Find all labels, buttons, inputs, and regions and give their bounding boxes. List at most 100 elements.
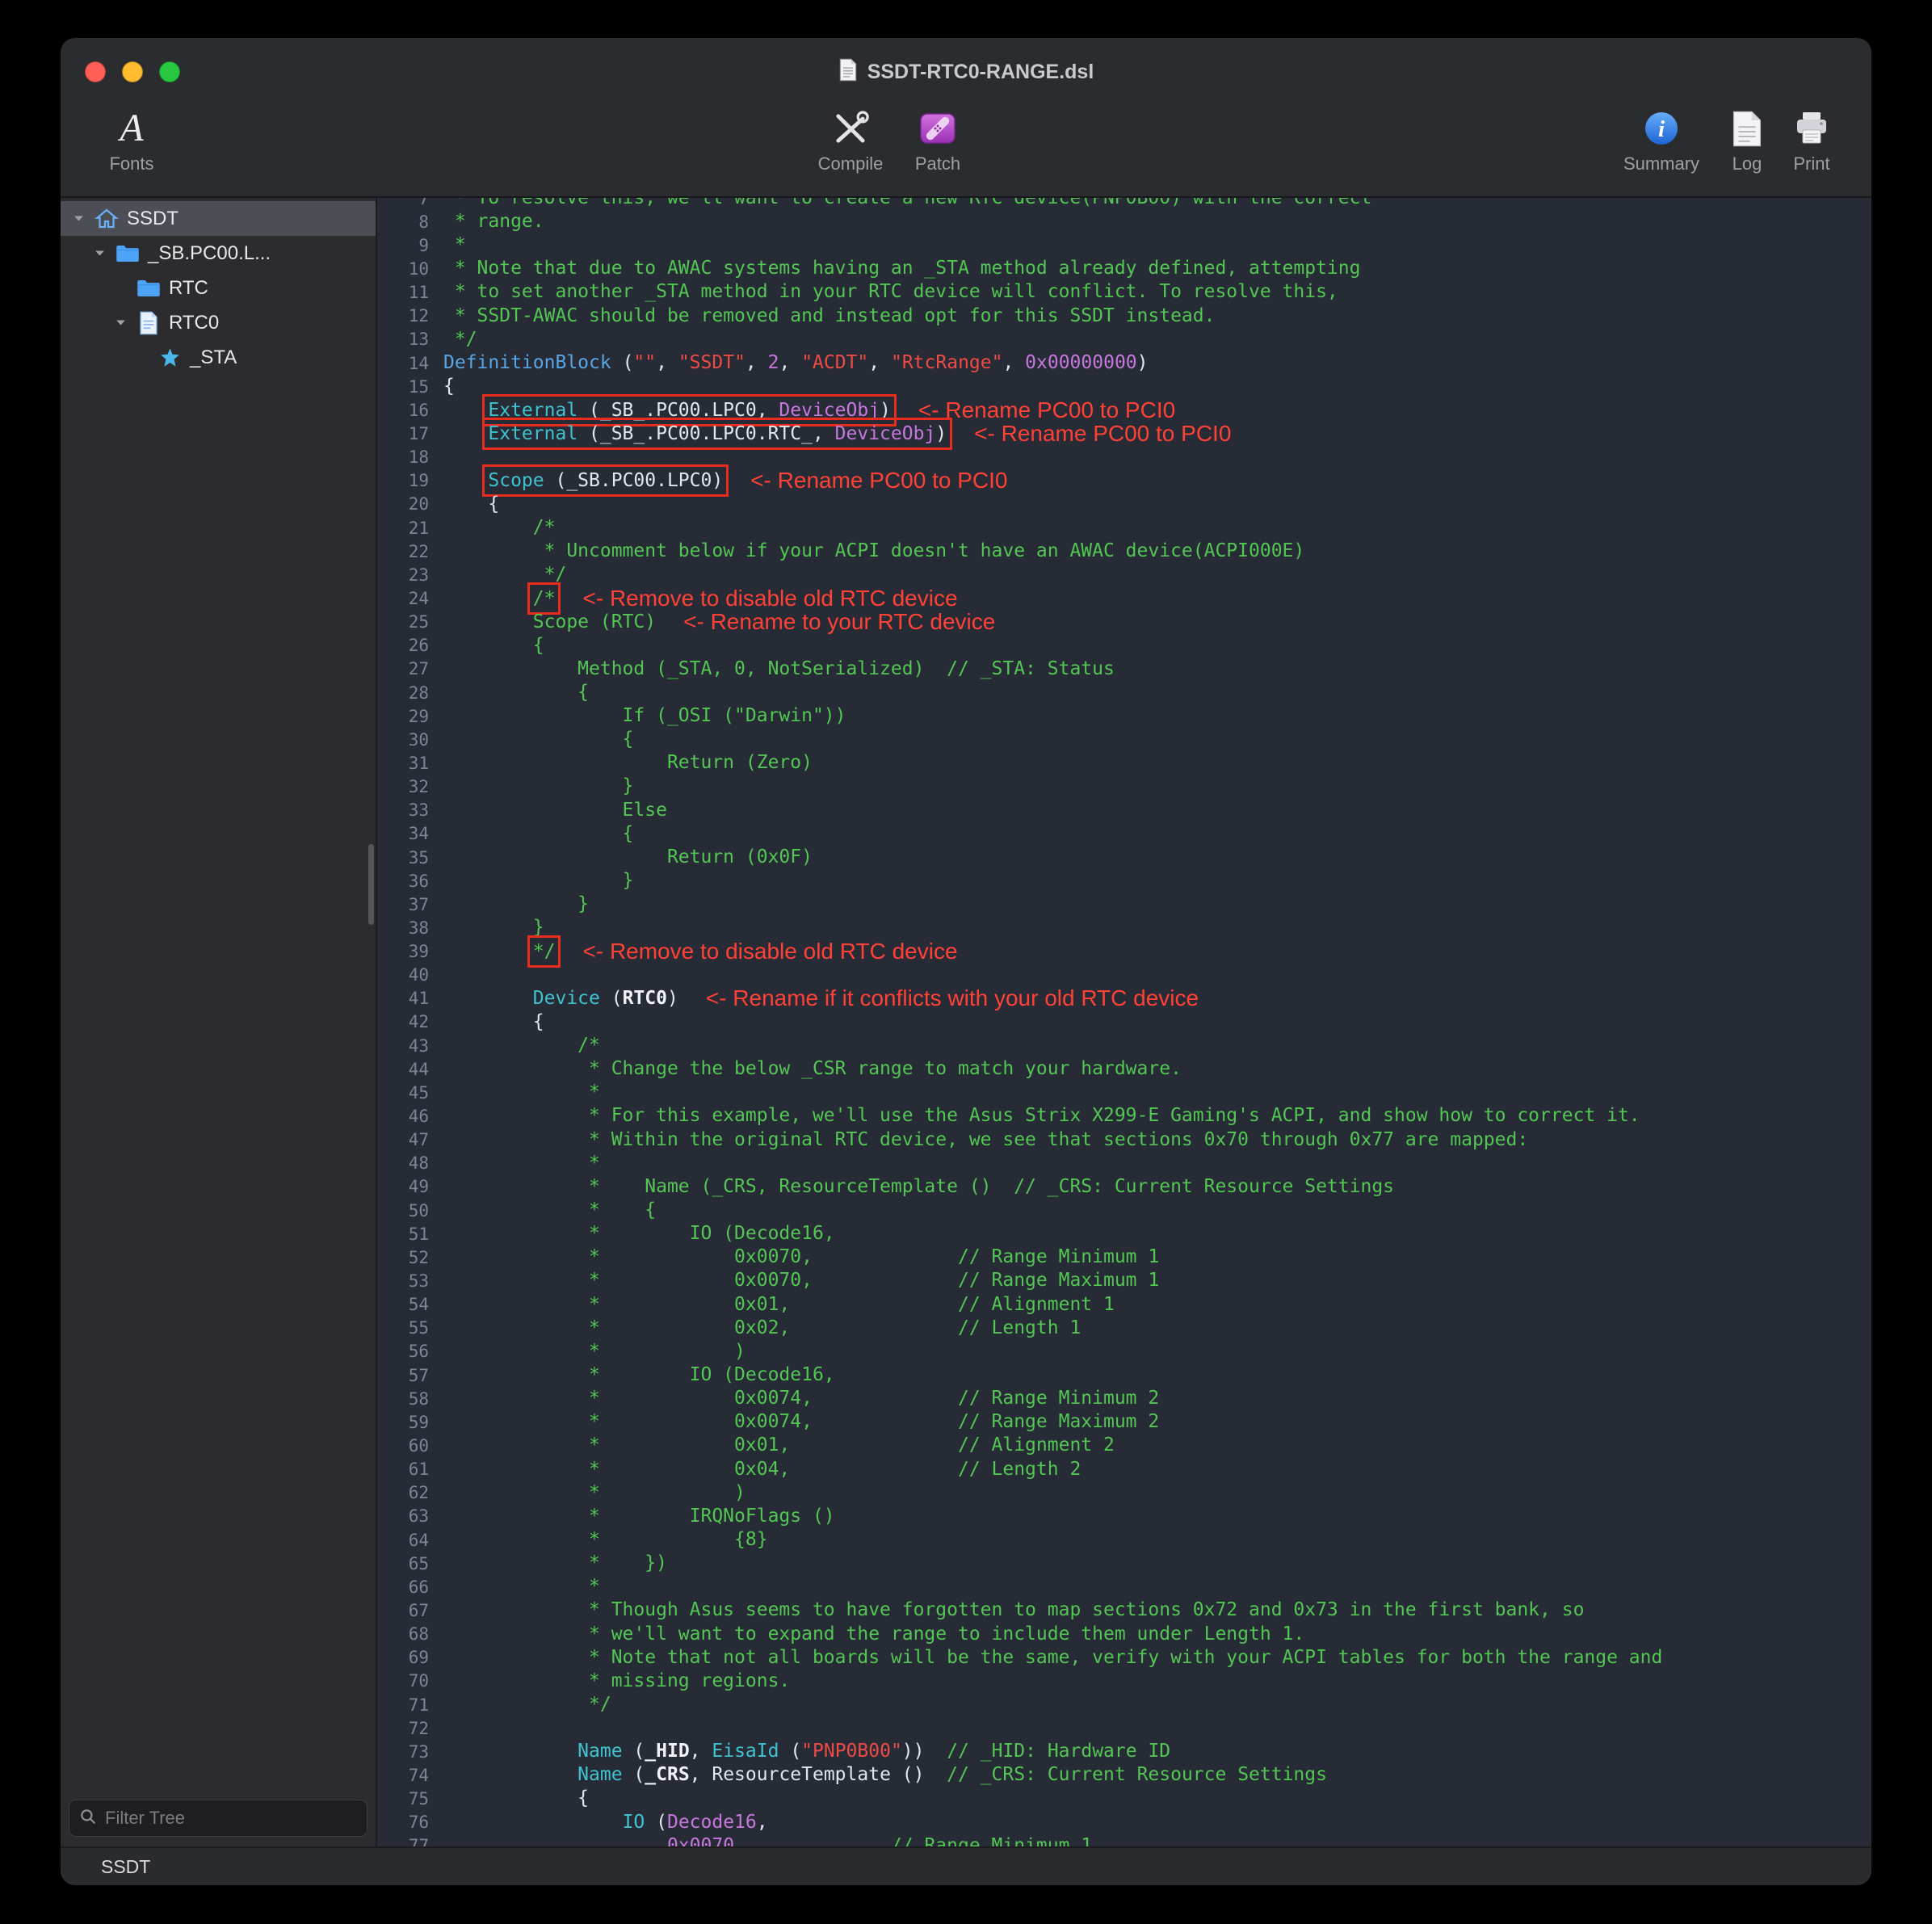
code-line-71[interactable]: 71 */ <box>377 1693 1871 1716</box>
code-line-48[interactable]: 48 * <box>377 1152 1871 1175</box>
code-line-36[interactable]: 36 } <box>377 869 1871 893</box>
code-line-42[interactable]: 42 { <box>377 1010 1871 1034</box>
code-line-11[interactable]: 11 * to set another _STA method in your … <box>377 281 1871 305</box>
code-line-39[interactable]: 39 */<- Remove to disable old RTC device <box>377 940 1871 964</box>
code-line-63[interactable]: 63 * IRQNoFlags () <box>377 1505 1871 1528</box>
code-line-38[interactable]: 38 } <box>377 916 1871 939</box>
code-line-43[interactable]: 43 /* <box>377 1034 1871 1057</box>
code-line-27[interactable]: 27 Method (_STA, 0, NotSerialized) // _S… <box>377 657 1871 681</box>
code-line-55[interactable]: 55 * 0x02, // Length 1 <box>377 1317 1871 1340</box>
code-line-26[interactable]: 26 { <box>377 634 1871 657</box>
code-line-14[interactable]: 14DefinitionBlock ("", "SSDT", 2, "ACDT"… <box>377 351 1871 375</box>
sidebar-item-rtc0[interactable]: RTC0 <box>61 305 376 340</box>
code-line-74[interactable]: 74 Name (_CRS, ResourceTemplate () // _C… <box>377 1763 1871 1787</box>
fonts-button[interactable]: A Fonts <box>83 107 180 174</box>
code-line-47[interactable]: 47 * Within the original RTC device, we … <box>377 1128 1871 1152</box>
editor[interactable]: 7 * To resolve this, we'll want to creat… <box>377 198 1871 1846</box>
code-line-46[interactable]: 46 * For this example, we'll use the Asu… <box>377 1104 1871 1128</box>
sidebar-scrollbar[interactable] <box>368 844 374 925</box>
code-line-65[interactable]: 65 * }) <box>377 1552 1871 1575</box>
code-line-50[interactable]: 50 * { <box>377 1199 1871 1222</box>
code-line-33[interactable]: 33 Else <box>377 799 1871 822</box>
code-line-61[interactable]: 61 * 0x04, // Length 2 <box>377 1458 1871 1481</box>
filter-field[interactable] <box>69 1800 368 1837</box>
code-line-76[interactable]: 76 IO (Decode16, <box>377 1811 1871 1834</box>
code-line-19[interactable]: 19 Scope (_SB.PC00.LPC0)<- Rename PC00 t… <box>377 469 1871 493</box>
code-line-23[interactable]: 23 */ <box>377 563 1871 586</box>
sidebar-item-rtc[interactable]: RTC <box>61 271 376 305</box>
code-line-72[interactable]: 72 <box>377 1716 1871 1740</box>
code-line-16[interactable]: 16 External (_SB_.PC00.LPC0, DeviceObj)<… <box>377 398 1871 422</box>
chevron-down-icon[interactable] <box>91 246 107 261</box>
code-line-20[interactable]: 20 { <box>377 493 1871 516</box>
code-line-35[interactable]: 35 Return (0x0F) <box>377 846 1871 869</box>
code-line-37[interactable]: 37 } <box>377 893 1871 916</box>
print-button[interactable]: Print <box>1763 107 1860 174</box>
line-number: 11 <box>377 283 443 302</box>
sidebar-item-sb-pc00-l[interactable]: _SB.PC00.L... <box>61 236 376 271</box>
code-line-22[interactable]: 22 * Uncomment below if your ACPI doesn'… <box>377 540 1871 563</box>
code-line-29[interactable]: 29 If (_OSI ("Darwin")) <box>377 704 1871 728</box>
filter-tree-input[interactable] <box>103 1807 357 1829</box>
line-number: 72 <box>377 1719 443 1738</box>
code-line-41[interactable]: 41 Device (RTC0)<- Rename if it conflict… <box>377 987 1871 1010</box>
code-line-49[interactable]: 49 * Name (_CRS, ResourceTemplate () // … <box>377 1175 1871 1199</box>
code-line-68[interactable]: 68 * we'll want to expand the range to i… <box>377 1623 1871 1646</box>
code-line-10[interactable]: 10 * Note that due to AWAC systems havin… <box>377 257 1871 280</box>
line-number: 68 <box>377 1624 443 1644</box>
titlebar[interactable]: SSDT-RTC0-RANGE.dsl <box>61 38 1871 106</box>
code-line-69[interactable]: 69 * Note that not all boards will be th… <box>377 1646 1871 1670</box>
code-line-73[interactable]: 73 Name (_HID, EisaId ("PNP0B00")) // _H… <box>377 1740 1871 1763</box>
sidebar-item-sta[interactable]: _STA <box>61 340 376 375</box>
chevron-down-icon[interactable] <box>112 315 128 330</box>
summary-button[interactable]: i Summary <box>1613 107 1710 174</box>
code-line-75[interactable]: 75 { <box>377 1787 1871 1811</box>
code-line-57[interactable]: 57 * IO (Decode16, <box>377 1363 1871 1387</box>
code-line-25[interactable]: 25 Scope (RTC)<- Rename to your RTC devi… <box>377 611 1871 634</box>
patch-button[interactable]: Patch <box>889 107 986 174</box>
minimize-button[interactable] <box>122 61 143 82</box>
code-line-45[interactable]: 45 * <box>377 1081 1871 1104</box>
sidebar-item-ssdt[interactable]: SSDT <box>61 201 376 236</box>
code-line-31[interactable]: 31 Return (Zero) <box>377 751 1871 775</box>
code-line-62[interactable]: 62 * ) <box>377 1481 1871 1505</box>
code-line-58[interactable]: 58 * 0x0074, // Range Minimum 2 <box>377 1387 1871 1410</box>
code-line-13[interactable]: 13 */ <box>377 328 1871 351</box>
line-number: 27 <box>377 659 443 678</box>
code-line-59[interactable]: 59 * 0x0074, // Range Maximum 2 <box>377 1410 1871 1434</box>
code-line-54[interactable]: 54 * 0x01, // Alignment 1 <box>377 1293 1871 1317</box>
code-line-28[interactable]: 28 { <box>377 681 1871 704</box>
code-line-15[interactable]: 15{ <box>377 375 1871 398</box>
code-line-17[interactable]: 17 External (_SB_.PC00.LPC0.RTC_, Device… <box>377 422 1871 445</box>
code-line-8[interactable]: 8 * range. <box>377 210 1871 233</box>
code-line-34[interactable]: 34 { <box>377 822 1871 846</box>
code-line-30[interactable]: 30 { <box>377 728 1871 751</box>
code-line-32[interactable]: 32 } <box>377 775 1871 799</box>
code-line-12[interactable]: 12 * SSDT-AWAC should be removed and ins… <box>377 305 1871 328</box>
code-line-9[interactable]: 9 * <box>377 233 1871 257</box>
code-line-53[interactable]: 53 * 0x0070, // Range Maximum 1 <box>377 1269 1871 1292</box>
chevron-down-icon[interactable] <box>70 211 86 226</box>
code-text: External (_SB_.PC00.LPC0, DeviceObj)<- R… <box>443 399 1175 422</box>
code-line-60[interactable]: 60 * 0x01, // Alignment 2 <box>377 1434 1871 1457</box>
code-line-77[interactable]: 77 0x0070, // Range Minimum 1 <box>377 1834 1871 1846</box>
code-line-67[interactable]: 67 * Though Asus seems to have forgotten… <box>377 1598 1871 1622</box>
code-line-56[interactable]: 56 * ) <box>377 1340 1871 1363</box>
traffic-lights <box>85 38 180 106</box>
code-line-21[interactable]: 21 /* <box>377 516 1871 540</box>
code-line-44[interactable]: 44 * Change the below _CSR range to matc… <box>377 1057 1871 1081</box>
code-line-51[interactable]: 51 * IO (Decode16, <box>377 1222 1871 1246</box>
code-line-18[interactable]: 18 <box>377 446 1871 469</box>
code-line-7[interactable]: 7 * To resolve this, we'll want to creat… <box>377 198 1871 210</box>
close-button[interactable] <box>85 61 106 82</box>
code-line-70[interactable]: 70 * missing regions. <box>377 1670 1871 1693</box>
compile-button[interactable]: Compile <box>802 107 899 174</box>
zoom-button[interactable] <box>159 61 180 82</box>
code-line-40[interactable]: 40 <box>377 964 1871 987</box>
method-icon <box>156 347 183 368</box>
code-line-66[interactable]: 66 * <box>377 1575 1871 1598</box>
annotation: <- Rename if it conflicts with your old … <box>706 987 1199 1010</box>
code-line-52[interactable]: 52 * 0x0070, // Range Minimum 1 <box>377 1246 1871 1269</box>
code-line-24[interactable]: 24 /*<- Remove to disable old RTC device <box>377 586 1871 610</box>
code-line-64[interactable]: 64 * {8} <box>377 1528 1871 1552</box>
